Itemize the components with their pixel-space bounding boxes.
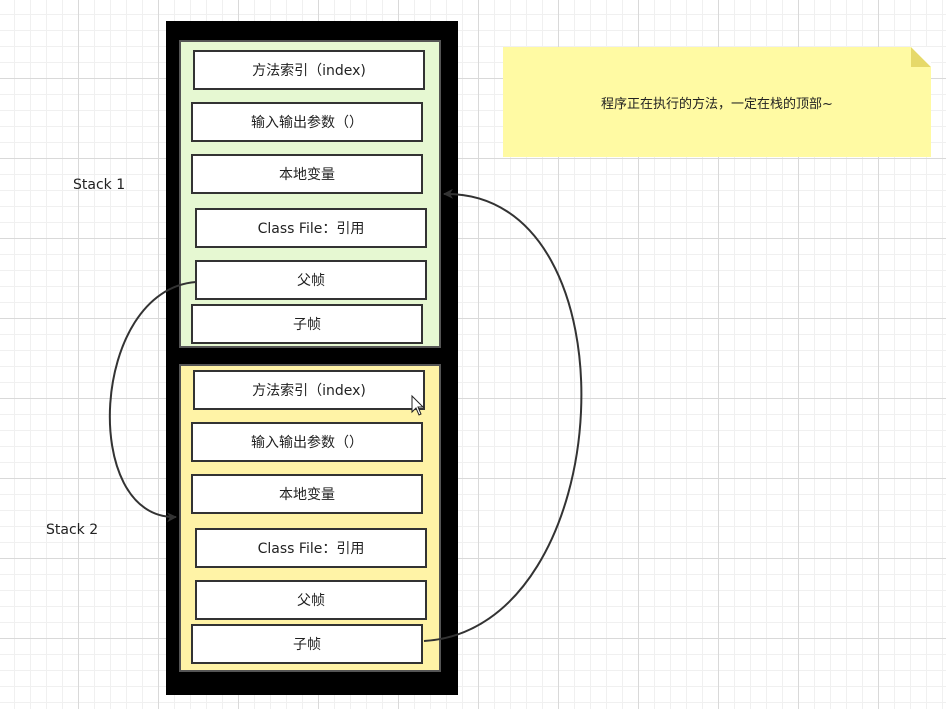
stack1-label[interactable]: Stack 1 xyxy=(73,177,125,193)
stack1-class-file-ref-cell[interactable]: Class File：引用 xyxy=(195,208,427,248)
stack1-child-frame-cell[interactable]: 子帧 xyxy=(191,304,423,344)
sticky-note[interactable]: 程序正在执行的方法，一定在栈的顶部~ xyxy=(503,47,931,157)
stack2-child-frame-cell[interactable]: 子帧 xyxy=(191,624,423,664)
stack1-parent-frame-cell[interactable]: 父帧 xyxy=(195,260,427,300)
stack2-class-file-ref-cell[interactable]: Class File：引用 xyxy=(195,528,427,568)
stack1-io-params-cell[interactable]: 输入输出参数（） xyxy=(191,102,423,142)
stack2-parent-frame-cell[interactable]: 父帧 xyxy=(195,580,427,620)
stack2-local-vars-cell[interactable]: 本地变量 xyxy=(191,474,423,514)
stack1-local-vars-cell[interactable]: 本地变量 xyxy=(191,154,423,194)
stack1-method-index-cell[interactable]: 方法索引（index) xyxy=(193,50,425,90)
stack2-io-params-cell[interactable]: 输入输出参数（） xyxy=(191,422,423,462)
note-text: 程序正在执行的方法，一定在栈的顶部~ xyxy=(601,96,833,112)
stack2-method-index-cell[interactable]: 方法索引（index) xyxy=(193,370,425,410)
stack2-label[interactable]: Stack 2 xyxy=(46,522,98,538)
